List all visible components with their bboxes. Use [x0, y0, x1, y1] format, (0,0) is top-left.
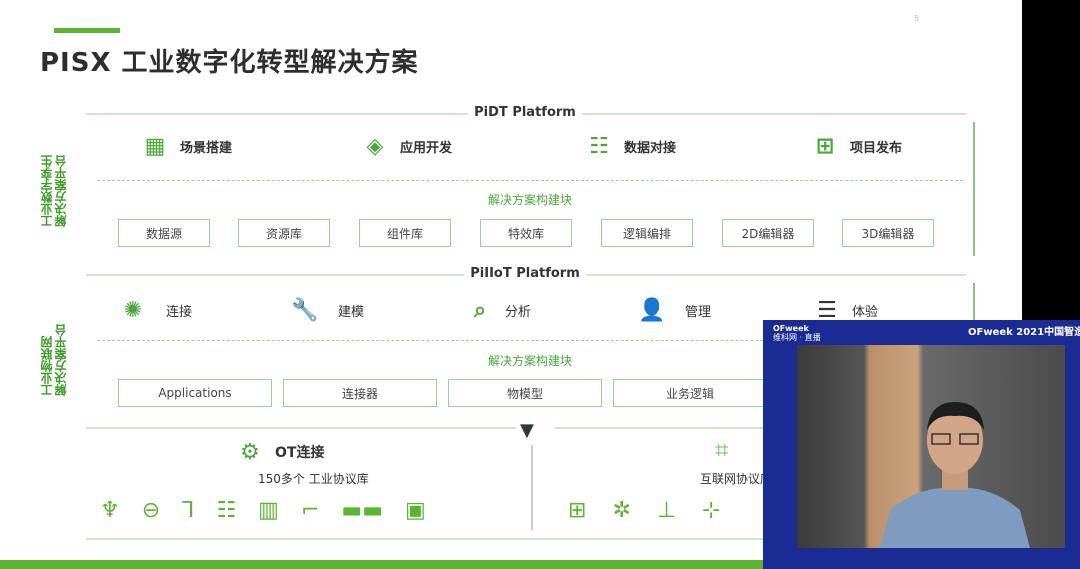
thermostat-icon: ▣: [404, 498, 426, 523]
divider: [97, 180, 963, 181]
blocks-title: 解决方案构建块: [487, 354, 573, 368]
hub-icon: ✲: [612, 498, 631, 523]
block: 资源库: [238, 219, 330, 247]
block: 2D编辑器: [722, 219, 814, 247]
internet-subtitle: 互联网协议库: [700, 472, 773, 486]
ot-subtitle: 150多个 工业协议库: [258, 472, 369, 486]
blocks-title: 解决方案构建块: [487, 193, 573, 207]
block: 逻辑编排: [601, 219, 693, 247]
tower-icon: ♆: [100, 498, 120, 523]
block: Applications: [118, 379, 272, 407]
layers-icon: ◈: [366, 133, 384, 159]
gear-icon: ⚙: [240, 439, 260, 465]
feature-analysis: ⌕ 分析: [465, 296, 531, 324]
page-number: 5: [914, 14, 920, 23]
block: 组件库: [359, 219, 451, 247]
feature-manage: 👤 管理: [638, 297, 712, 323]
video-brand: OFweek 维科网 · 直播: [773, 324, 821, 342]
cubes-icon: ▦: [144, 133, 166, 159]
black-margin: [1022, 0, 1080, 320]
feature-publish: ⊞ 项目发布: [810, 132, 902, 160]
block: 数据源: [118, 219, 210, 247]
divider: [973, 122, 975, 256]
flow-icon: ⊹: [702, 498, 721, 523]
title-accent: [54, 28, 120, 33]
section-label-digital-twin: 工业数字孪生 解决方案平台: [40, 155, 68, 227]
pipe-icon: ⊥: [656, 498, 677, 523]
video-event-title: OFweek 2021中国智造CIO在线: [968, 327, 1080, 338]
feature-model: 🔧 建模: [291, 297, 365, 323]
robot-arm-icon: ⅂: [182, 498, 195, 523]
divider: [531, 445, 533, 530]
hub-icon: ✺: [123, 297, 143, 323]
piiot-platform-title: PiIIoT Platform: [464, 266, 586, 281]
section-label-iot: 工业物联网 解决方案平台: [40, 324, 68, 396]
protocol-icons: ⊞ ✲ ⊥ ⊹: [568, 498, 720, 523]
device-icons: ♆ ⊖ ⅂ ☷ ▥ ⌐ ▬▬ ▣: [100, 498, 426, 523]
block: 业务逻辑: [613, 379, 767, 407]
feature-scene: ▦ 场景搭建: [140, 132, 232, 160]
block: 特效库: [480, 219, 572, 247]
conveyor-icon: ▬▬: [341, 498, 383, 523]
slide-title: PISX 工业数字化转型解决方案: [40, 48, 419, 78]
feature-data: ☷ 数据对接: [584, 132, 676, 160]
feature-app-dev: ◈ 应用开发: [360, 132, 452, 160]
camera-icon: ⌐: [300, 498, 320, 523]
manager-icon: 👤: [638, 297, 666, 323]
ot-connect-title: ⚙ OT连接: [235, 438, 324, 466]
factory-icon: ▥: [258, 498, 279, 523]
wrench-icon: 🔧: [291, 297, 319, 323]
meter-icon: ⊖: [141, 498, 161, 523]
chevron-down-icon: ▼: [520, 420, 534, 441]
divider: [86, 427, 516, 429]
network-icon: ☷: [589, 133, 609, 159]
traffic-light-icon: ☷: [216, 498, 237, 523]
block: 3D编辑器: [842, 219, 934, 247]
chip-icon: ⌗: [715, 436, 729, 464]
topology-icon: ⊞: [568, 498, 587, 523]
speaker-figure: [880, 402, 1030, 548]
analysis-icon: ⌕: [473, 297, 487, 323]
divider: [973, 283, 975, 323]
flowchart-icon: ⊞: [815, 133, 835, 159]
pidt-platform-title: PiDT Platform: [468, 105, 582, 120]
feature-connect: ✺ 连接: [118, 296, 192, 324]
block: 物模型: [448, 379, 602, 407]
block: 连接器: [283, 379, 437, 407]
